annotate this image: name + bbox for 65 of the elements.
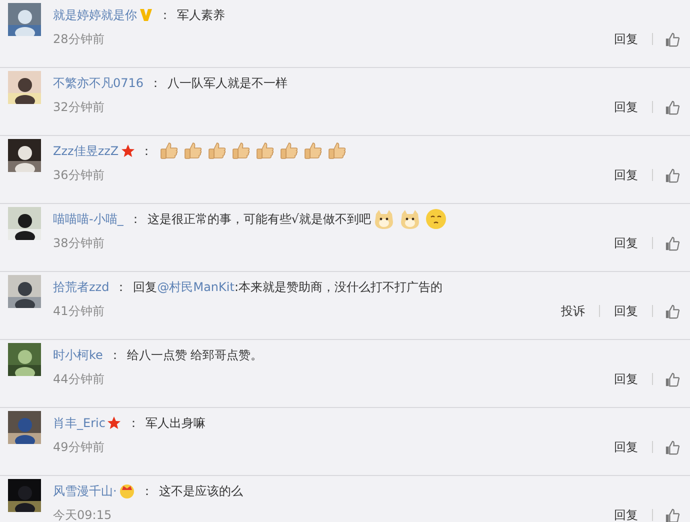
- action-link[interactable]: 回复: [612, 302, 640, 320]
- like-icon[interactable]: [665, 508, 680, 522]
- like-icon[interactable]: [665, 100, 680, 114]
- action-link[interactable]: 投诉: [559, 302, 587, 320]
- thumbs-up-icon: [254, 141, 275, 161]
- like-icon[interactable]: [665, 372, 680, 386]
- shy-face-icon: [425, 208, 447, 230]
- user-name[interactable]: 就是婷婷就是你: [53, 6, 137, 24]
- comment-text: 这不是应该的么: [158, 483, 243, 500]
- action-link[interactable]: 回复: [612, 30, 640, 48]
- action-link[interactable]: 回复: [612, 506, 640, 522]
- timestamp: 38分钟前: [53, 235, 106, 252]
- timestamp: 49分钟前: [53, 439, 106, 456]
- action-link[interactable]: 回复: [612, 438, 640, 456]
- star-icon: [107, 416, 122, 430]
- colon: ：: [108, 347, 121, 364]
- verified-v-icon: [139, 8, 153, 22]
- mention-link[interactable]: @村民ManKit: [157, 278, 234, 296]
- action-link[interactable]: 回复: [612, 370, 640, 388]
- dog-face-icon: [373, 208, 395, 230]
- timestamp: 28分钟前: [53, 31, 106, 48]
- action-link[interactable]: 回复: [612, 234, 640, 252]
- timestamp: 今天09:15: [53, 507, 113, 522]
- comment-text: 军人素养: [177, 7, 225, 24]
- user-name[interactable]: 时小柯ke: [53, 346, 103, 364]
- user-name[interactable]: 风雪漫千山·: [53, 482, 117, 500]
- dog-face-icon: [399, 208, 421, 230]
- thumbs-up-icon: [206, 141, 227, 161]
- colon: ：: [127, 415, 140, 432]
- thumbs-up-icon: [230, 141, 251, 161]
- colon: ：: [140, 483, 153, 500]
- user-name[interactable]: 拾荒者zzd: [53, 278, 110, 296]
- colon: ：: [129, 211, 142, 228]
- comment-text: :本来就是赞助商，没什么打不打广告的: [234, 279, 442, 296]
- comment-text: 这是很正常的事，可能有些√就是做不到吧: [147, 211, 371, 228]
- user-name[interactable]: 不繁亦不凡0716: [53, 74, 144, 92]
- colon: ：: [115, 279, 128, 296]
- colon: ：: [159, 7, 171, 24]
- star-icon: [120, 144, 135, 158]
- thumbs-up-icon: [278, 141, 299, 161]
- user-name[interactable]: 喵喵喵-小喵_: [53, 210, 124, 228]
- comment-text: 给八一点赞 给郅哥点赞。: [126, 347, 263, 364]
- user-name[interactable]: Zzz佳昱zzZ: [53, 142, 119, 160]
- comment-text: 回复: [133, 279, 158, 296]
- action-link[interactable]: 回复: [612, 98, 640, 116]
- crown-face-icon: [118, 483, 135, 499]
- thumbs-up-icon: [182, 141, 203, 161]
- user-name[interactable]: 肖丰_Eric: [53, 414, 106, 432]
- like-icon[interactable]: [665, 32, 680, 46]
- like-icon[interactable]: [665, 440, 680, 454]
- timestamp: 44分钟前: [53, 371, 106, 388]
- thumbs-up-icon: [302, 141, 323, 161]
- action-link[interactable]: 回复: [612, 166, 640, 184]
- timestamp: 41分钟前: [53, 303, 106, 320]
- timestamp: 36分钟前: [53, 167, 106, 184]
- like-icon[interactable]: [665, 168, 680, 182]
- colon: ：: [140, 143, 153, 160]
- like-icon[interactable]: [665, 236, 680, 250]
- thumbs-up-icon: [326, 141, 347, 161]
- colon: ：: [150, 75, 162, 92]
- thumbs-up-icon: [158, 141, 179, 161]
- comment-text: 八一队军人就是不一样: [168, 75, 288, 92]
- timestamp: 32分钟前: [53, 99, 106, 116]
- comment-text: 军人出身嘛: [145, 415, 206, 432]
- like-icon[interactable]: [665, 304, 680, 318]
